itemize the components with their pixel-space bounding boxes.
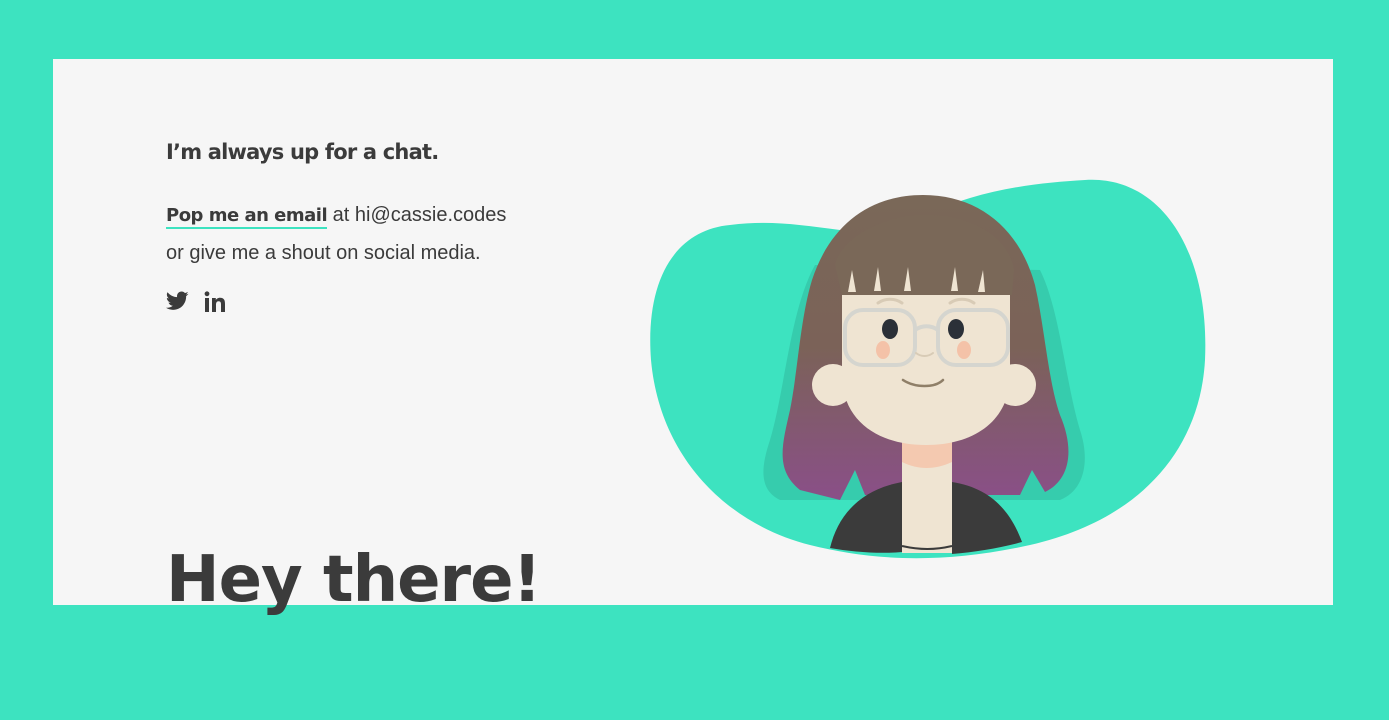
twitter-link[interactable] <box>165 291 190 315</box>
chat-heading: I’m always up for a chat. <box>166 140 439 164</box>
email-address-text: at hi@cassie.codes <box>327 204 507 226</box>
email-line: Pop me an email at hi@cassie.codes <box>166 204 507 229</box>
linkedin-icon <box>204 291 225 312</box>
social-line: or give me a shout on social media. <box>166 242 481 264</box>
page: I’m always up for a chat. Pop me an emai… <box>0 0 1389 720</box>
email-link[interactable]: Pop me an email <box>166 205 328 229</box>
social-links <box>165 291 228 315</box>
avatar-illustration <box>650 179 1206 559</box>
twitter-icon <box>165 291 189 310</box>
linkedin-link[interactable] <box>204 291 228 315</box>
page-title: Hey there! <box>166 543 542 617</box>
